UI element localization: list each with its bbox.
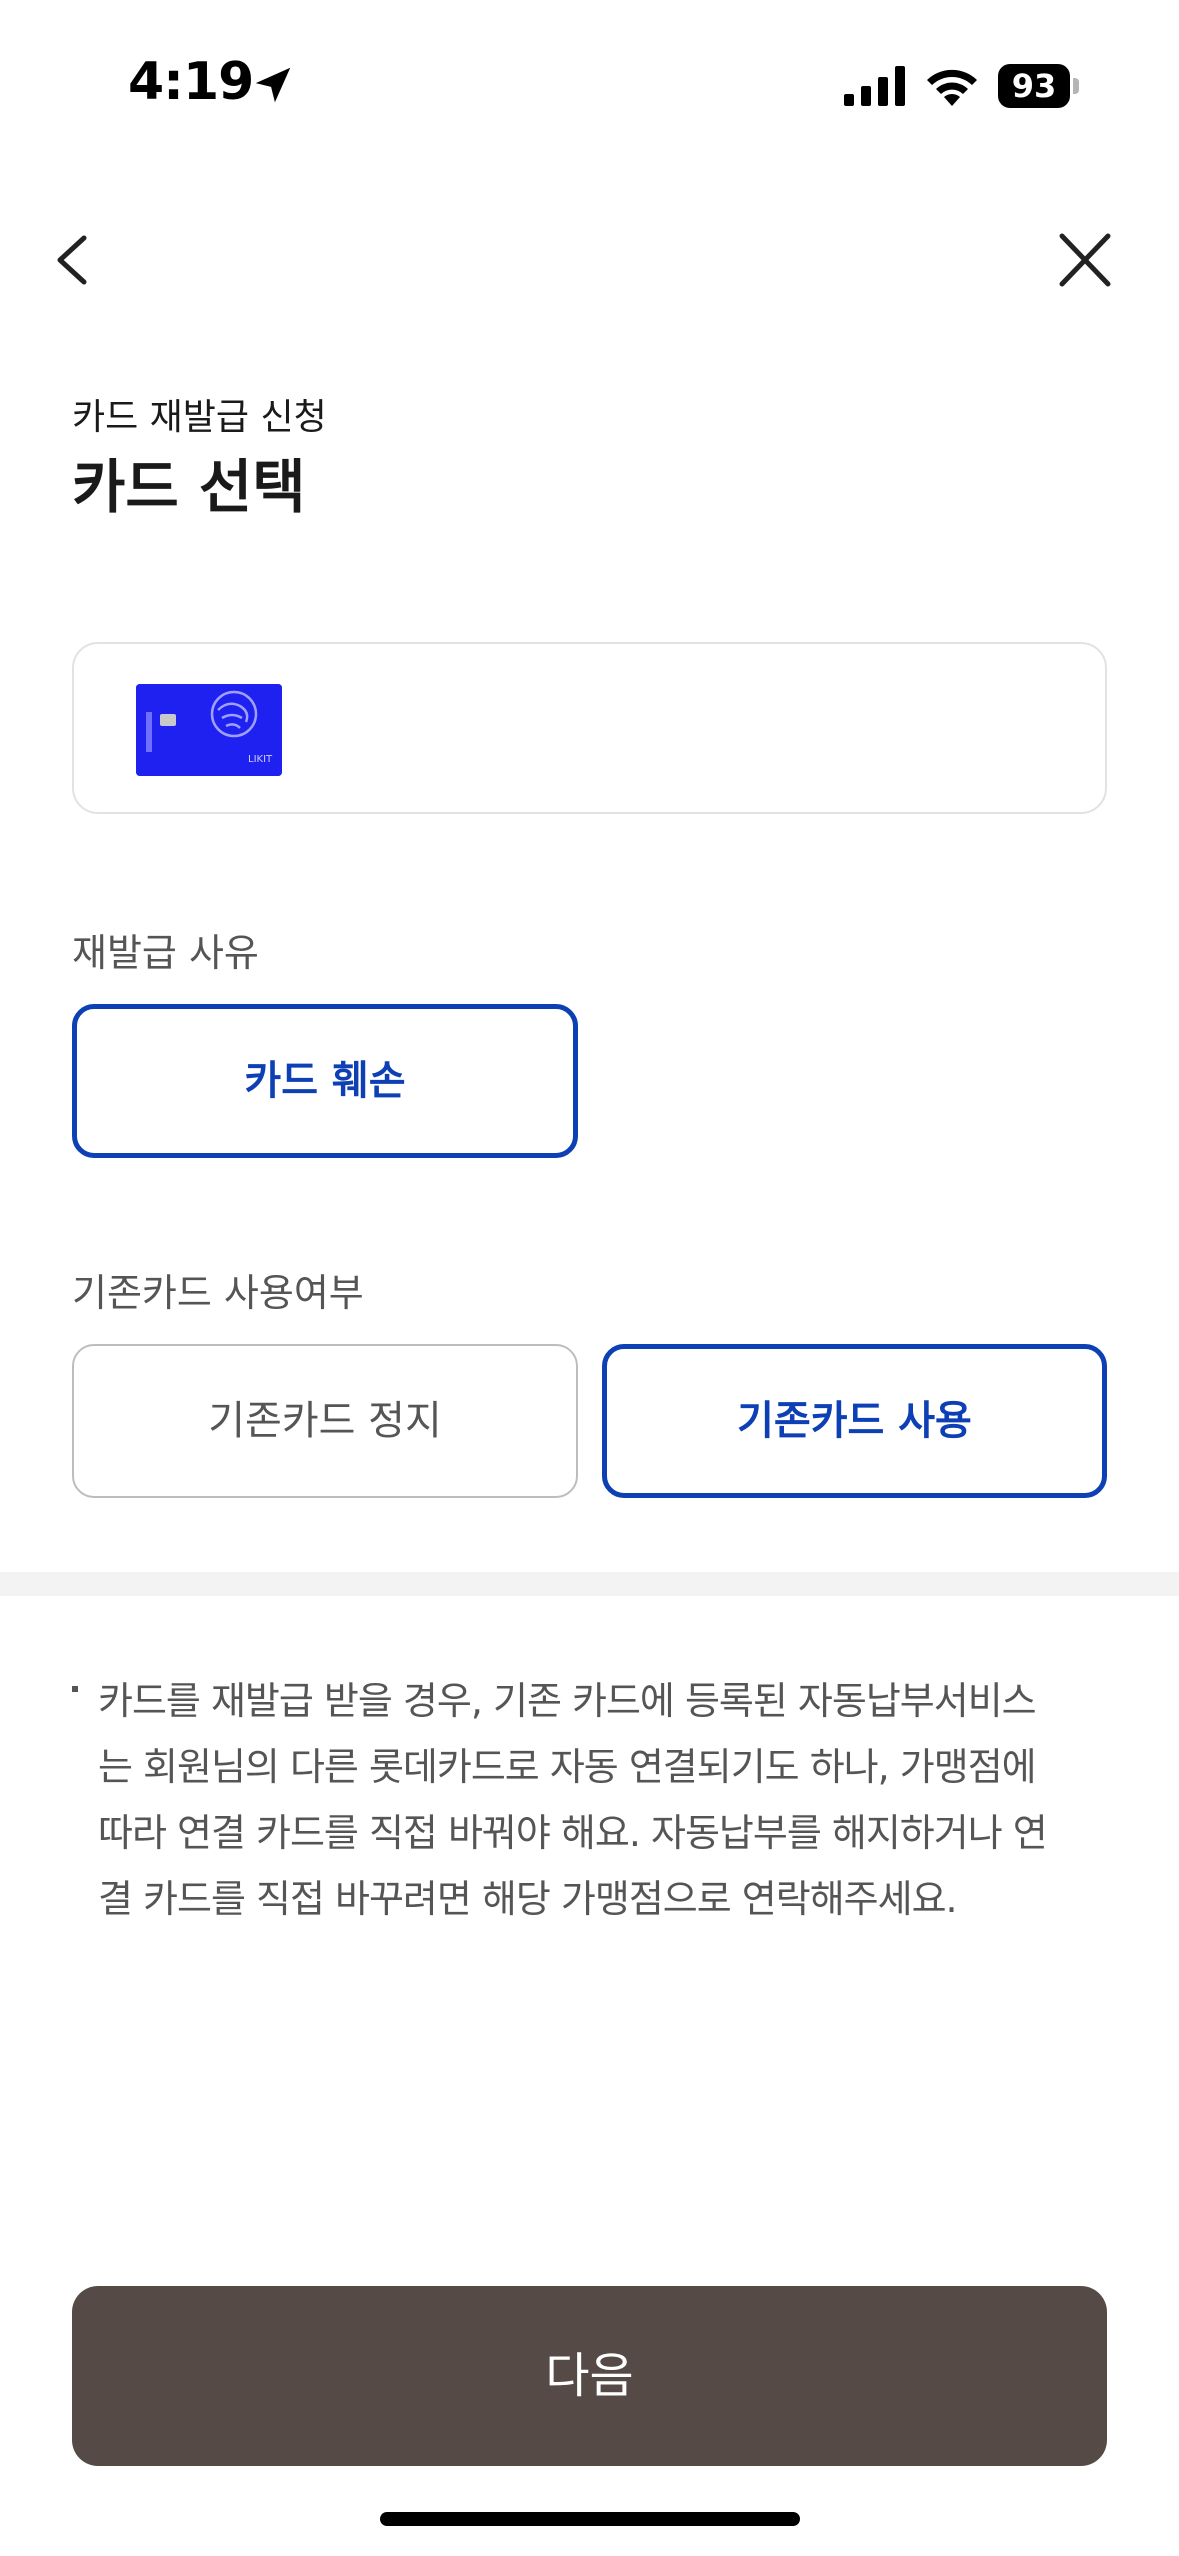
status-time: 4:19 <box>128 52 254 112</box>
notice-line: 는 회원님의 다른 롯데카드로 자동 연결되기도 하나, 가맹점에 <box>98 1745 1037 1789</box>
svg-text:LIKIT: LIKIT <box>248 754 273 765</box>
card-thumbnail: LIKIT <box>136 684 282 776</box>
card-reissue-screen: 4:19 93 카드 재발급 신청 카드 선택 LIKIT 재발급 사유 카드 … <box>0 0 1179 2556</box>
battery-icon: 93 <box>998 64 1079 108</box>
page-title: 카드 선택 <box>72 453 306 521</box>
chevron-left-icon <box>57 235 87 285</box>
page-subtitle: 카드 재발급 신청 <box>72 397 327 438</box>
wifi-icon <box>927 69 977 106</box>
existing-card-section-label: 기존카드 사용여부 <box>72 1271 364 1315</box>
reason-section-label: 재발급 사유 <box>72 931 259 975</box>
card-select-box[interactable]: LIKIT <box>72 642 1107 814</box>
battery-tip <box>1073 78 1079 94</box>
bullet-icon <box>72 1686 78 1692</box>
section-divider <box>0 1572 1179 1596</box>
next-button[interactable]: 다음 <box>72 2286 1107 2466</box>
close-button[interactable] <box>1050 222 1120 298</box>
back-button[interactable] <box>40 220 110 300</box>
reason-option-card-damage[interactable]: 카드 훼손 <box>72 1004 578 1158</box>
option-suspend-existing-card[interactable]: 기존카드 정지 <box>72 1344 578 1498</box>
notice-line: 카드를 재발급 받을 경우, 기존 카드에 등록된 자동납부서비스 <box>98 1679 1037 1723</box>
notice-line: 따라 연결 카드를 직접 바꿔야 해요. 자동납부를 해지하거나 연 <box>98 1811 1048 1855</box>
signal-icon <box>844 66 905 106</box>
home-indicator <box>380 2512 800 2526</box>
battery-level: 93 <box>998 64 1070 108</box>
card-art: LIKIT <box>136 684 282 776</box>
notice-text: 카드를 재발급 받을 경우, 기존 카드에 등록된 자동납부서비스 는 회원님의… <box>98 1668 1108 1932</box>
location-arrow-icon <box>255 67 291 103</box>
status-bar: 4:19 93 <box>0 0 1179 170</box>
close-icon <box>1059 233 1111 287</box>
option-keep-existing-card[interactable]: 기존카드 사용 <box>602 1344 1107 1498</box>
notice-line: 결 카드를 직접 바꾸려면 해당 가맹점으로 연락해주세요. <box>98 1877 958 1921</box>
